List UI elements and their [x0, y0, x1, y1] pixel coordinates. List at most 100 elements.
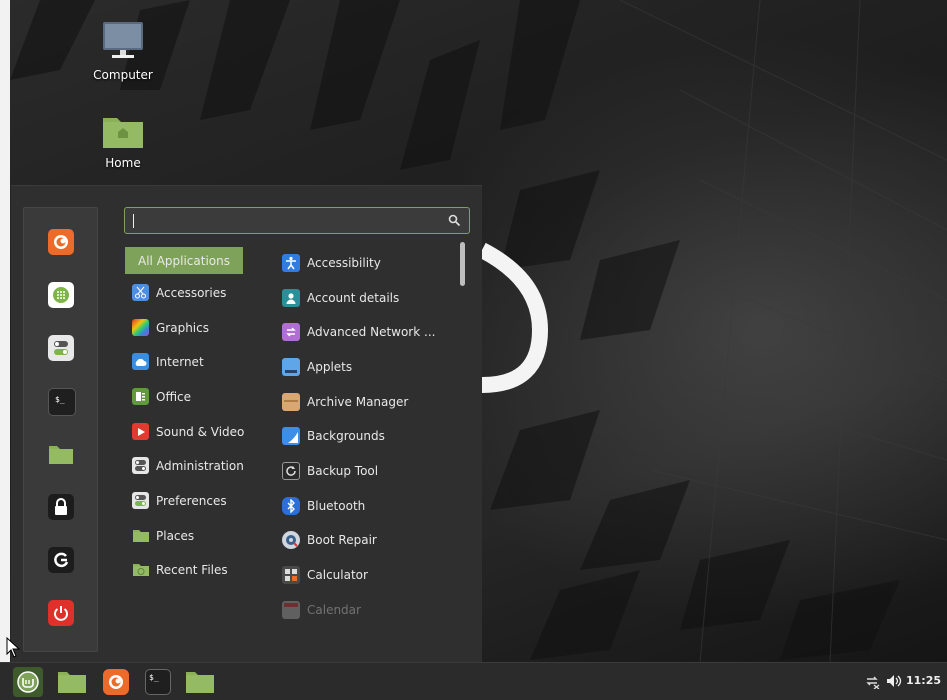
app-label: Calculator — [307, 568, 368, 582]
category-label: Internet — [156, 354, 204, 369]
application-menu: $_ All Applications Accessories Graphics… — [11, 185, 482, 663]
app-bluetooth[interactable]: Bluetooth — [282, 493, 452, 519]
search-input[interactable] — [124, 207, 470, 234]
app-label: Archive Manager — [307, 395, 409, 409]
screen-left-edge — [0, 0, 10, 662]
favorite-software-manager[interactable] — [48, 282, 74, 308]
network-icon — [282, 323, 300, 341]
folder-icon — [49, 446, 73, 464]
boot-repair-icon — [282, 531, 300, 549]
settings-toggle-icon — [54, 341, 68, 355]
category-recent-files[interactable]: Recent Files — [125, 556, 243, 583]
svg-text:$_: $_ — [55, 395, 65, 404]
app-label: Backup Tool — [307, 464, 379, 478]
category-label: All Applications — [138, 253, 230, 268]
mint-logo-wallpaper — [478, 242, 549, 393]
app-backgrounds[interactable]: Backgrounds — [282, 423, 452, 449]
app-archive-manager[interactable]: Archive Manager — [282, 389, 452, 415]
category-preferences[interactable]: Preferences — [125, 487, 243, 514]
app-label: Applets — [307, 360, 353, 374]
app-label: Accessibility — [307, 256, 381, 270]
account-icon — [282, 289, 300, 307]
panel-launcher-files[interactable] — [57, 667, 87, 697]
category-label: Sound & Video — [156, 424, 245, 439]
favorite-files[interactable] — [48, 441, 74, 467]
computer-icon — [103, 22, 143, 58]
panel-launcher-files-2[interactable] — [185, 667, 215, 697]
app-advanced-network[interactable]: Advanced Network ... — [282, 319, 452, 345]
power-icon — [54, 606, 68, 621]
favorite-quit[interactable] — [48, 600, 74, 626]
play-icon — [132, 423, 149, 440]
category-administration[interactable]: Administration — [125, 452, 244, 479]
category-places[interactable]: Places — [125, 522, 243, 549]
app-boot-repair[interactable]: Boot Repair — [282, 527, 452, 553]
archive-icon — [282, 393, 300, 411]
favorite-lock-screen[interactable] — [48, 494, 74, 520]
favorite-system-settings[interactable] — [48, 335, 74, 361]
category-label: Graphics — [156, 320, 209, 335]
category-label: Administration — [156, 458, 244, 473]
terminal-icon: $_ — [55, 395, 65, 404]
category-office[interactable]: Office — [125, 383, 243, 410]
folder-icon — [58, 672, 86, 693]
category-accessories[interactable]: Accessories — [125, 279, 243, 306]
desktop-icon-label: Computer — [93, 68, 153, 82]
app-label: Advanced Network ... — [307, 325, 436, 339]
category-label: Places — [156, 528, 195, 543]
apps-scrollbar[interactable] — [460, 242, 465, 286]
admin-toggle-icon — [132, 457, 149, 474]
logout-icon — [54, 552, 69, 568]
category-internet[interactable]: Internet — [125, 348, 243, 375]
bluetooth-icon — [282, 497, 300, 515]
app-calendar[interactable]: Calendar — [282, 597, 452, 623]
network-disconnected-icon[interactable] — [864, 673, 880, 689]
desktop-icon-label: Home — [105, 156, 141, 170]
desktop-icon-computer[interactable]: Computer — [83, 20, 163, 82]
category-label: Preferences — [156, 493, 227, 508]
calculator-icon — [282, 566, 300, 584]
software-manager-icon — [53, 287, 69, 303]
app-applets[interactable]: Applets — [282, 354, 452, 380]
category-graphics[interactable]: Graphics — [125, 314, 243, 341]
panel-launcher-firefox[interactable] — [101, 667, 131, 697]
menu-button[interactable] — [13, 667, 43, 697]
graphics-icon — [132, 319, 149, 336]
preferences-toggle-icon — [132, 492, 149, 509]
app-account-details[interactable]: Account details — [282, 285, 452, 311]
favorite-logout[interactable] — [48, 547, 74, 573]
favorite-firefox[interactable] — [48, 229, 74, 255]
favorite-terminal[interactable]: $_ — [48, 388, 76, 416]
desktop-icon-home[interactable]: Home — [83, 112, 163, 170]
category-sound-video[interactable]: Sound & Video — [125, 418, 245, 445]
lock-icon — [55, 498, 67, 515]
category-all-applications[interactable]: All Applications — [125, 247, 243, 274]
backup-icon — [282, 462, 300, 480]
favorites-bar: $_ — [23, 207, 98, 652]
folder-icon — [186, 672, 214, 693]
bottom-panel: $_ 11:25 — [0, 662, 947, 700]
svg-text:$_: $_ — [149, 673, 159, 682]
terminal-icon: $_ — [145, 669, 171, 695]
app-calculator[interactable]: Calculator — [282, 562, 452, 588]
home-folder-icon — [103, 118, 143, 148]
folder-icon — [132, 527, 149, 544]
recent-folder-icon — [132, 561, 149, 578]
text-cursor — [133, 214, 134, 228]
app-backup-tool[interactable]: Backup Tool — [282, 458, 452, 484]
cloud-icon — [132, 353, 149, 370]
category-label: Recent Files — [156, 562, 228, 577]
office-icon — [132, 388, 149, 405]
mouse-pointer-icon — [6, 637, 20, 658]
calendar-icon — [282, 601, 300, 619]
firefox-icon — [103, 669, 129, 695]
clock[interactable]: 11:25 — [906, 674, 941, 687]
firefox-icon — [54, 235, 68, 249]
panel-launcher-terminal[interactable]: $_ — [143, 667, 173, 697]
app-accessibility[interactable]: Accessibility — [282, 250, 452, 276]
app-label: Boot Repair — [307, 533, 377, 547]
volume-icon[interactable] — [886, 673, 902, 689]
mint-logo-icon — [17, 671, 39, 693]
app-label: Bluetooth — [307, 499, 366, 513]
category-label: Accessories — [156, 285, 227, 300]
